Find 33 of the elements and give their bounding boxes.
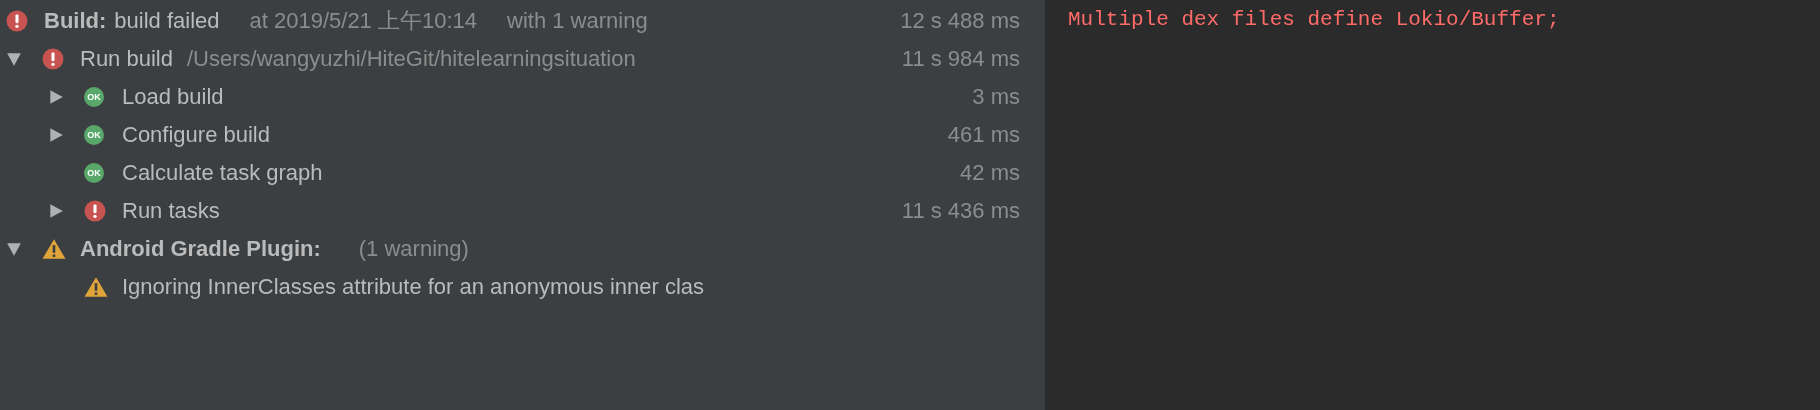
warning-icon	[42, 238, 66, 260]
node-detail: (1 warning)	[358, 236, 469, 262]
node-label[interactable]: Load build	[122, 84, 224, 110]
warning-icon	[84, 276, 108, 298]
duration: 3 ms	[972, 84, 1020, 110]
error-message: Multiple dex files define Lokio/Buffer;	[1068, 7, 1561, 33]
duration: 461 ms	[947, 122, 1020, 148]
error-icon	[6, 10, 28, 32]
duration: 11 s 436 ms	[901, 198, 1020, 224]
duration: 42 ms	[960, 160, 1020, 186]
ok-badge: OK	[84, 87, 104, 107]
node-detail: /Users/wangyuzhi/HiteGit/hitelearningsituation	[186, 46, 636, 72]
node-label[interactable]: Calculate task graph	[122, 160, 323, 186]
collapse-arrow-icon[interactable]	[6, 241, 22, 257]
expand-arrow-icon[interactable]	[48, 203, 64, 219]
node-label[interactable]: Run tasks	[122, 198, 220, 224]
ok-badge: OK	[84, 125, 104, 145]
node-detail: at 2019/5/21 上午10:14	[249, 7, 477, 35]
error-icon	[84, 200, 106, 222]
node-label[interactable]: build failed	[114, 8, 220, 34]
node-label[interactable]: Configure build	[122, 122, 270, 148]
collapse-arrow-icon[interactable]	[6, 51, 22, 67]
expand-arrow-icon[interactable]	[48, 89, 64, 105]
node-title: Build:	[44, 8, 107, 34]
node-detail: with 1 warning	[507, 8, 648, 34]
expand-arrow-icon[interactable]	[48, 127, 64, 143]
duration: 12 s 488 ms	[900, 8, 1020, 34]
node-title: Android Gradle Plugin:	[80, 236, 321, 262]
duration: 11 s 984 ms	[901, 46, 1020, 72]
ok-badge: OK	[84, 163, 104, 183]
node-label[interactable]: Run build	[80, 46, 173, 72]
node-label[interactable]: Ignoring InnerClasses attribute for an anonymous inner clas	[122, 274, 705, 300]
error-icon	[42, 48, 64, 70]
